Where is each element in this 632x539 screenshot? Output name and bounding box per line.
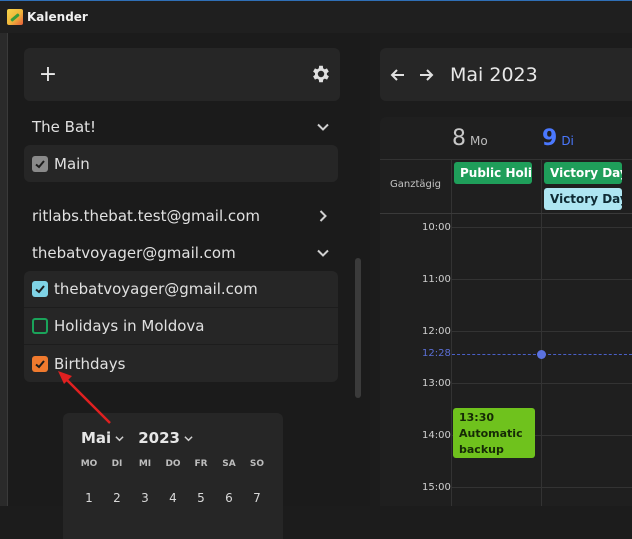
arrow-left-icon[interactable]	[388, 65, 408, 85]
mini-calendar-day[interactable]: 6	[215, 485, 243, 511]
hour-label: 14:00	[422, 430, 451, 441]
checkbox-checked[interactable]	[32, 355, 48, 372]
event-time: 13:30	[459, 411, 495, 424]
account-name: The Bat!	[32, 118, 97, 136]
month-label: Mai	[81, 429, 112, 447]
day-number: 8	[452, 126, 466, 151]
calendar-item-main[interactable]: Main	[24, 145, 338, 182]
title-bar: Kalender	[0, 0, 632, 33]
calendar-label: Birthdays	[54, 354, 126, 373]
calendar-label: Holidays in Moldova	[54, 317, 205, 335]
allday-event[interactable]: Victory Day	[544, 188, 622, 210]
checkbox-checked[interactable]	[32, 281, 48, 297]
divider	[451, 159, 452, 506]
month-title: Mai 2023	[450, 64, 538, 86]
event-title-line2: backup	[459, 443, 504, 456]
sidebar-scrollbar[interactable]	[355, 258, 361, 398]
weekday-label: SA	[222, 459, 236, 469]
chevron-right-icon[interactable]	[316, 209, 330, 223]
calendar-list-the-bat: Main	[24, 145, 338, 182]
arrow-right-icon[interactable]	[416, 65, 436, 85]
window-title: Kalender	[27, 10, 88, 24]
checkbox-checked[interactable]	[32, 155, 48, 172]
event-title-line1: Automatic	[459, 427, 523, 440]
account-the-bat[interactable]: The Bat!	[24, 113, 340, 141]
sidebar-toolbar: +	[24, 48, 340, 101]
left-edge-strip	[0, 33, 8, 506]
weekday-label: SO	[249, 459, 265, 469]
hour-label: 15:00	[422, 482, 451, 493]
year-select[interactable]: 2023	[138, 429, 193, 447]
calendar-item-birthdays[interactable]: Birthdays	[24, 345, 338, 382]
current-time-label: 12:28	[422, 348, 451, 359]
main-header: Mai 2023	[380, 48, 632, 101]
chevron-down-icon	[184, 435, 193, 441]
mini-calendar-day[interactable]: 4	[159, 485, 187, 511]
month-select[interactable]: Mai	[81, 429, 124, 447]
checkbox-unchecked[interactable]	[32, 318, 48, 334]
divider	[380, 159, 632, 160]
allday-label: Ganztägig	[390, 179, 441, 190]
current-time-dot	[537, 350, 546, 359]
mini-calendar-day[interactable]: 5	[187, 485, 215, 511]
hour-line	[452, 487, 632, 488]
day-name: Mo	[470, 134, 488, 148]
hour-line	[452, 279, 632, 280]
mini-calendar: Mai 2023 MO DI MI DO FR SA SO 1 2 3 4 5 …	[63, 413, 283, 539]
mini-calendar-grid: MO DI MI DO FR SA SO 1 2 3 4 5 6 7	[75, 459, 275, 511]
mini-calendar-day[interactable]: 3	[131, 485, 159, 511]
hour-line	[452, 227, 632, 228]
mini-calendar-header: Mai 2023	[81, 429, 193, 447]
mini-calendar-day[interactable]: 1	[75, 485, 103, 511]
hour-label: 10:00	[422, 222, 451, 233]
add-calendar-button[interactable]: +	[36, 62, 60, 87]
gear-icon[interactable]	[310, 63, 332, 85]
day-number: 9	[542, 126, 558, 151]
mini-calendar-day[interactable]: 2	[103, 485, 131, 511]
day-header-tuesday[interactable]: 9 Di	[542, 117, 574, 159]
chevron-down-icon	[115, 435, 124, 441]
weekday-label: MI	[138, 459, 152, 469]
account-name: thebatvoyager@gmail.com	[32, 244, 236, 262]
hour-label: 11:00	[422, 274, 451, 285]
chevron-down-icon[interactable]	[316, 120, 330, 134]
calendar-item-thebatvoyager[interactable]: thebatvoyager@gmail.com	[24, 271, 338, 308]
weekday-label: DO	[165, 459, 181, 469]
allday-event[interactable]: Victory Day	[544, 162, 622, 184]
calendar-label: Main	[54, 154, 90, 173]
divider	[541, 159, 542, 506]
event-automatic-backup[interactable]: 13:30 Automatic backup	[453, 408, 535, 458]
hour-line	[452, 331, 632, 332]
weekday-label: FR	[194, 459, 208, 469]
app-icon	[7, 9, 23, 25]
account-name: ritlabs.thebat.test@gmail.com	[32, 207, 260, 225]
allday-event[interactable]: Public Holi…	[454, 162, 532, 184]
hour-label: 13:00	[422, 378, 451, 389]
hour-label: 12:00	[422, 326, 451, 337]
day-name: Di	[561, 134, 574, 148]
hour-line	[452, 383, 632, 384]
calendar-label: thebatvoyager@gmail.com	[54, 280, 258, 298]
calendar-list-thebatvoyager: thebatvoyager@gmail.com Holidays in Mold…	[24, 271, 338, 382]
year-label: 2023	[138, 429, 180, 447]
day-header-monday[interactable]: 8 Mo	[452, 117, 488, 159]
sidebar: + The Bat! Main ritlabs.thebat.test@gmai…	[8, 33, 370, 539]
calendar-day-view: 8 Mo 9 Di Ganztägig Public Holi… Victory…	[380, 117, 632, 506]
account-ritlabs[interactable]: ritlabs.thebat.test@gmail.com	[24, 202, 340, 230]
calendar-item-holidays-moldova[interactable]: Holidays in Moldova	[24, 308, 338, 345]
account-thebatvoyager[interactable]: thebatvoyager@gmail.com	[24, 239, 340, 267]
weekday-label: MO	[80, 459, 98, 469]
weekday-label: DI	[111, 459, 123, 469]
chevron-down-icon[interactable]	[316, 246, 330, 260]
divider	[380, 213, 632, 214]
mini-calendar-day[interactable]: 7	[243, 485, 271, 511]
